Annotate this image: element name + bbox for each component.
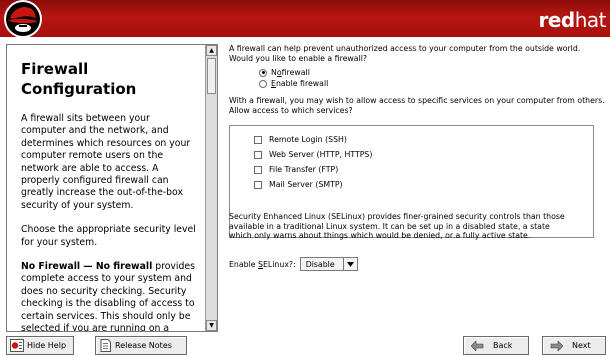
service-item-ftp[interactable]: File Transfer (FTP) xyxy=(254,162,593,177)
release-notes-button[interactable]: Release Notes xyxy=(95,336,187,355)
selinux-row: Enable SELinux?: Disable xyxy=(229,257,358,271)
services-intro-text: With a firewall, you may wish to allow a… xyxy=(229,96,605,115)
help-pane: Firewall Configuration A firewall sits b… xyxy=(6,44,218,332)
service-item-smtp[interactable]: Mail Server (SMTP) xyxy=(254,177,593,192)
arrow-right-icon xyxy=(550,340,563,351)
help-icon xyxy=(10,339,24,352)
help-paragraph-choose: Choose the appropriate security level fo… xyxy=(21,224,196,248)
back-button[interactable]: Back xyxy=(463,336,529,355)
radio-button[interactable] xyxy=(259,79,267,88)
help-paragraph-intro: A firewall sits between your computer an… xyxy=(21,113,191,211)
help-content: Firewall Configuration A firewall sits b… xyxy=(7,45,203,331)
radio-no-firewall[interactable]: No firewall xyxy=(259,67,605,78)
service-item-ssh[interactable]: Remote Login (SSH) xyxy=(254,132,593,147)
hide-help-button[interactable]: Hide Help xyxy=(6,336,74,355)
arrow-left-icon xyxy=(471,340,484,351)
chevron-down-icon[interactable] xyxy=(342,258,357,270)
checkbox[interactable] xyxy=(254,135,262,144)
next-button[interactable]: Next xyxy=(542,336,606,355)
redhat-wordmark: redhat xyxy=(538,8,606,32)
firewall-intro-text: A firewall can help prevent unauthorized… xyxy=(229,44,581,63)
header-banner: redhat xyxy=(0,0,610,37)
help-title: Firewall Configuration xyxy=(21,60,137,98)
selinux-dropdown[interactable]: Disable xyxy=(299,257,358,271)
checkbox[interactable] xyxy=(254,180,262,189)
help-scrollbar[interactable]: ▲ ▼ xyxy=(205,45,217,331)
selinux-label: Enable SELinux?: xyxy=(229,259,296,269)
checkbox[interactable] xyxy=(254,150,262,159)
redhat-logo-icon xyxy=(4,0,42,37)
selinux-selected-value: Disable xyxy=(305,259,335,269)
scroll-up-arrow-icon[interactable]: ▲ xyxy=(206,45,217,56)
radio-enable-firewall[interactable]: Enable firewall xyxy=(259,78,605,89)
checkbox[interactable] xyxy=(254,165,262,174)
firewall-config-pane: A firewall can help prevent unauthorized… xyxy=(229,44,605,334)
document-icon xyxy=(100,339,111,352)
scrollbar-thumb[interactable] xyxy=(207,58,216,94)
help-paragraph-no-firewall: No Firewall — No firewall provides compl… xyxy=(21,261,197,331)
radio-button-selected[interactable] xyxy=(259,68,267,77)
service-item-http[interactable]: Web Server (HTTP, HTTPS) xyxy=(254,147,593,162)
no-firewall-heading: No Firewall — No firewall xyxy=(21,261,153,273)
scroll-down-arrow-icon[interactable]: ▼ xyxy=(206,320,217,331)
selinux-description: Security Enhanced Linux (SELinux) provid… xyxy=(229,212,565,241)
